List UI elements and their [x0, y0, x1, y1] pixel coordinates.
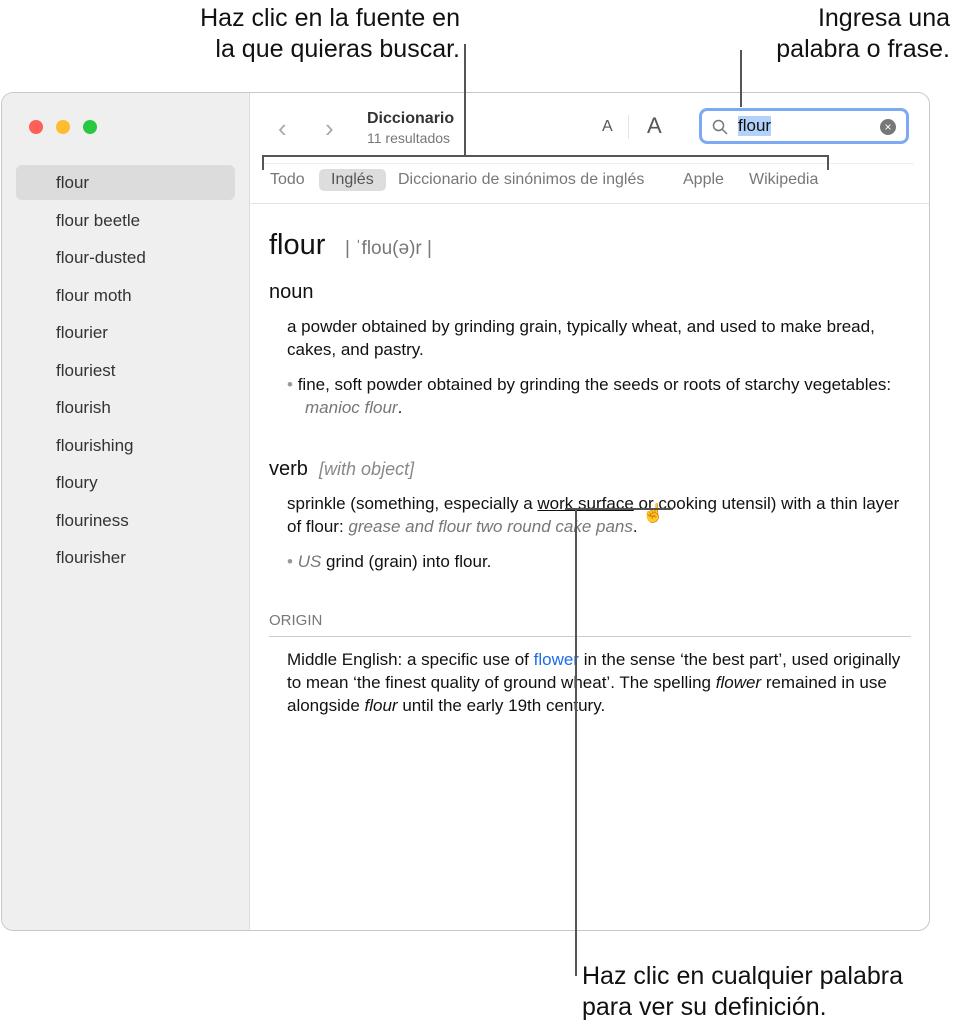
- sidebar-item[interactable]: flourishing: [16, 428, 235, 463]
- pos-verb: verb [with object]: [269, 458, 415, 480]
- sidebar-item[interactable]: floury: [16, 465, 235, 500]
- tab-source[interactable]: Diccionario de sinónimos de inglés: [398, 169, 644, 191]
- tab-source[interactable]: Inglés: [319, 169, 386, 191]
- tab-source[interactable]: Apple: [683, 169, 724, 191]
- tab-source[interactable]: Wikipedia: [749, 169, 818, 191]
- close-button[interactable]: [29, 120, 43, 134]
- clear-search-icon[interactable]: ×: [880, 119, 896, 135]
- sidebar-item[interactable]: flourish: [16, 390, 235, 425]
- word-link[interactable]: work surface: [537, 494, 633, 513]
- search-icon: [712, 119, 728, 135]
- pronunciation: | ˈflou(ə)r |: [345, 238, 432, 259]
- sidebar-item[interactable]: flour-dusted: [16, 240, 235, 275]
- callout-search: Ingresa una palabra o frase.: [776, 4, 950, 63]
- verb-definition-1: sprinkle (something, especially a work s…: [287, 494, 900, 536]
- pos-noun: noun: [269, 281, 314, 303]
- verb-definition-2: • US grind (grain) into flour.: [287, 552, 492, 571]
- zoom-button[interactable]: [83, 120, 97, 134]
- sidebar-item[interactable]: flouriest: [16, 353, 235, 388]
- origin-label: ORIGIN: [269, 612, 323, 629]
- dictionary-window: flour flour beetle flour-dusted flour moth f…: [1, 92, 930, 931]
- sidebar-item[interactable]: flourier: [16, 315, 235, 350]
- back-icon[interactable]: ‹: [278, 113, 287, 144]
- forward-icon[interactable]: ›: [325, 113, 334, 144]
- font-larger-button[interactable]: A: [647, 113, 662, 139]
- search-input[interactable]: flour: [738, 116, 772, 136]
- window-title: Diccionario: [367, 110, 455, 127]
- callout-source: Haz clic en la fuente en la que quieras b…: [200, 4, 460, 63]
- minimize-button[interactable]: [56, 120, 70, 134]
- sidebar-item[interactable]: flour moth: [16, 278, 235, 313]
- flower-link[interactable]: flower: [534, 650, 579, 669]
- font-smaller-button[interactable]: A: [602, 118, 613, 136]
- noun-definition-1: a powder obtained by grinding grain, typ…: [287, 317, 875, 359]
- tab-source[interactable]: Todo: [270, 169, 305, 191]
- sidebar-item[interactable]: flouriness: [16, 503, 235, 538]
- search-field[interactable]: flour ×: [699, 108, 909, 144]
- sidebar-item[interactable]: flourisher: [16, 540, 235, 575]
- sidebar: flour flour beetle flour-dusted flour moth f…: [2, 93, 250, 930]
- pointer-hand-icon: ☝: [642, 503, 665, 523]
- sidebar-item[interactable]: flour: [16, 165, 235, 200]
- headword: flour: [269, 229, 326, 261]
- result-count: 11 resultados: [367, 130, 451, 146]
- origin-text: Middle English: a specific use of flower…: [287, 650, 901, 715]
- callout-word: Haz clic en cualquier palabra para ver su…: [582, 962, 904, 1021]
- noun-definition-2: • fine, soft powder obtained by grinding…: [287, 375, 892, 417]
- sidebar-item[interactable]: flour beetle: [16, 203, 235, 238]
